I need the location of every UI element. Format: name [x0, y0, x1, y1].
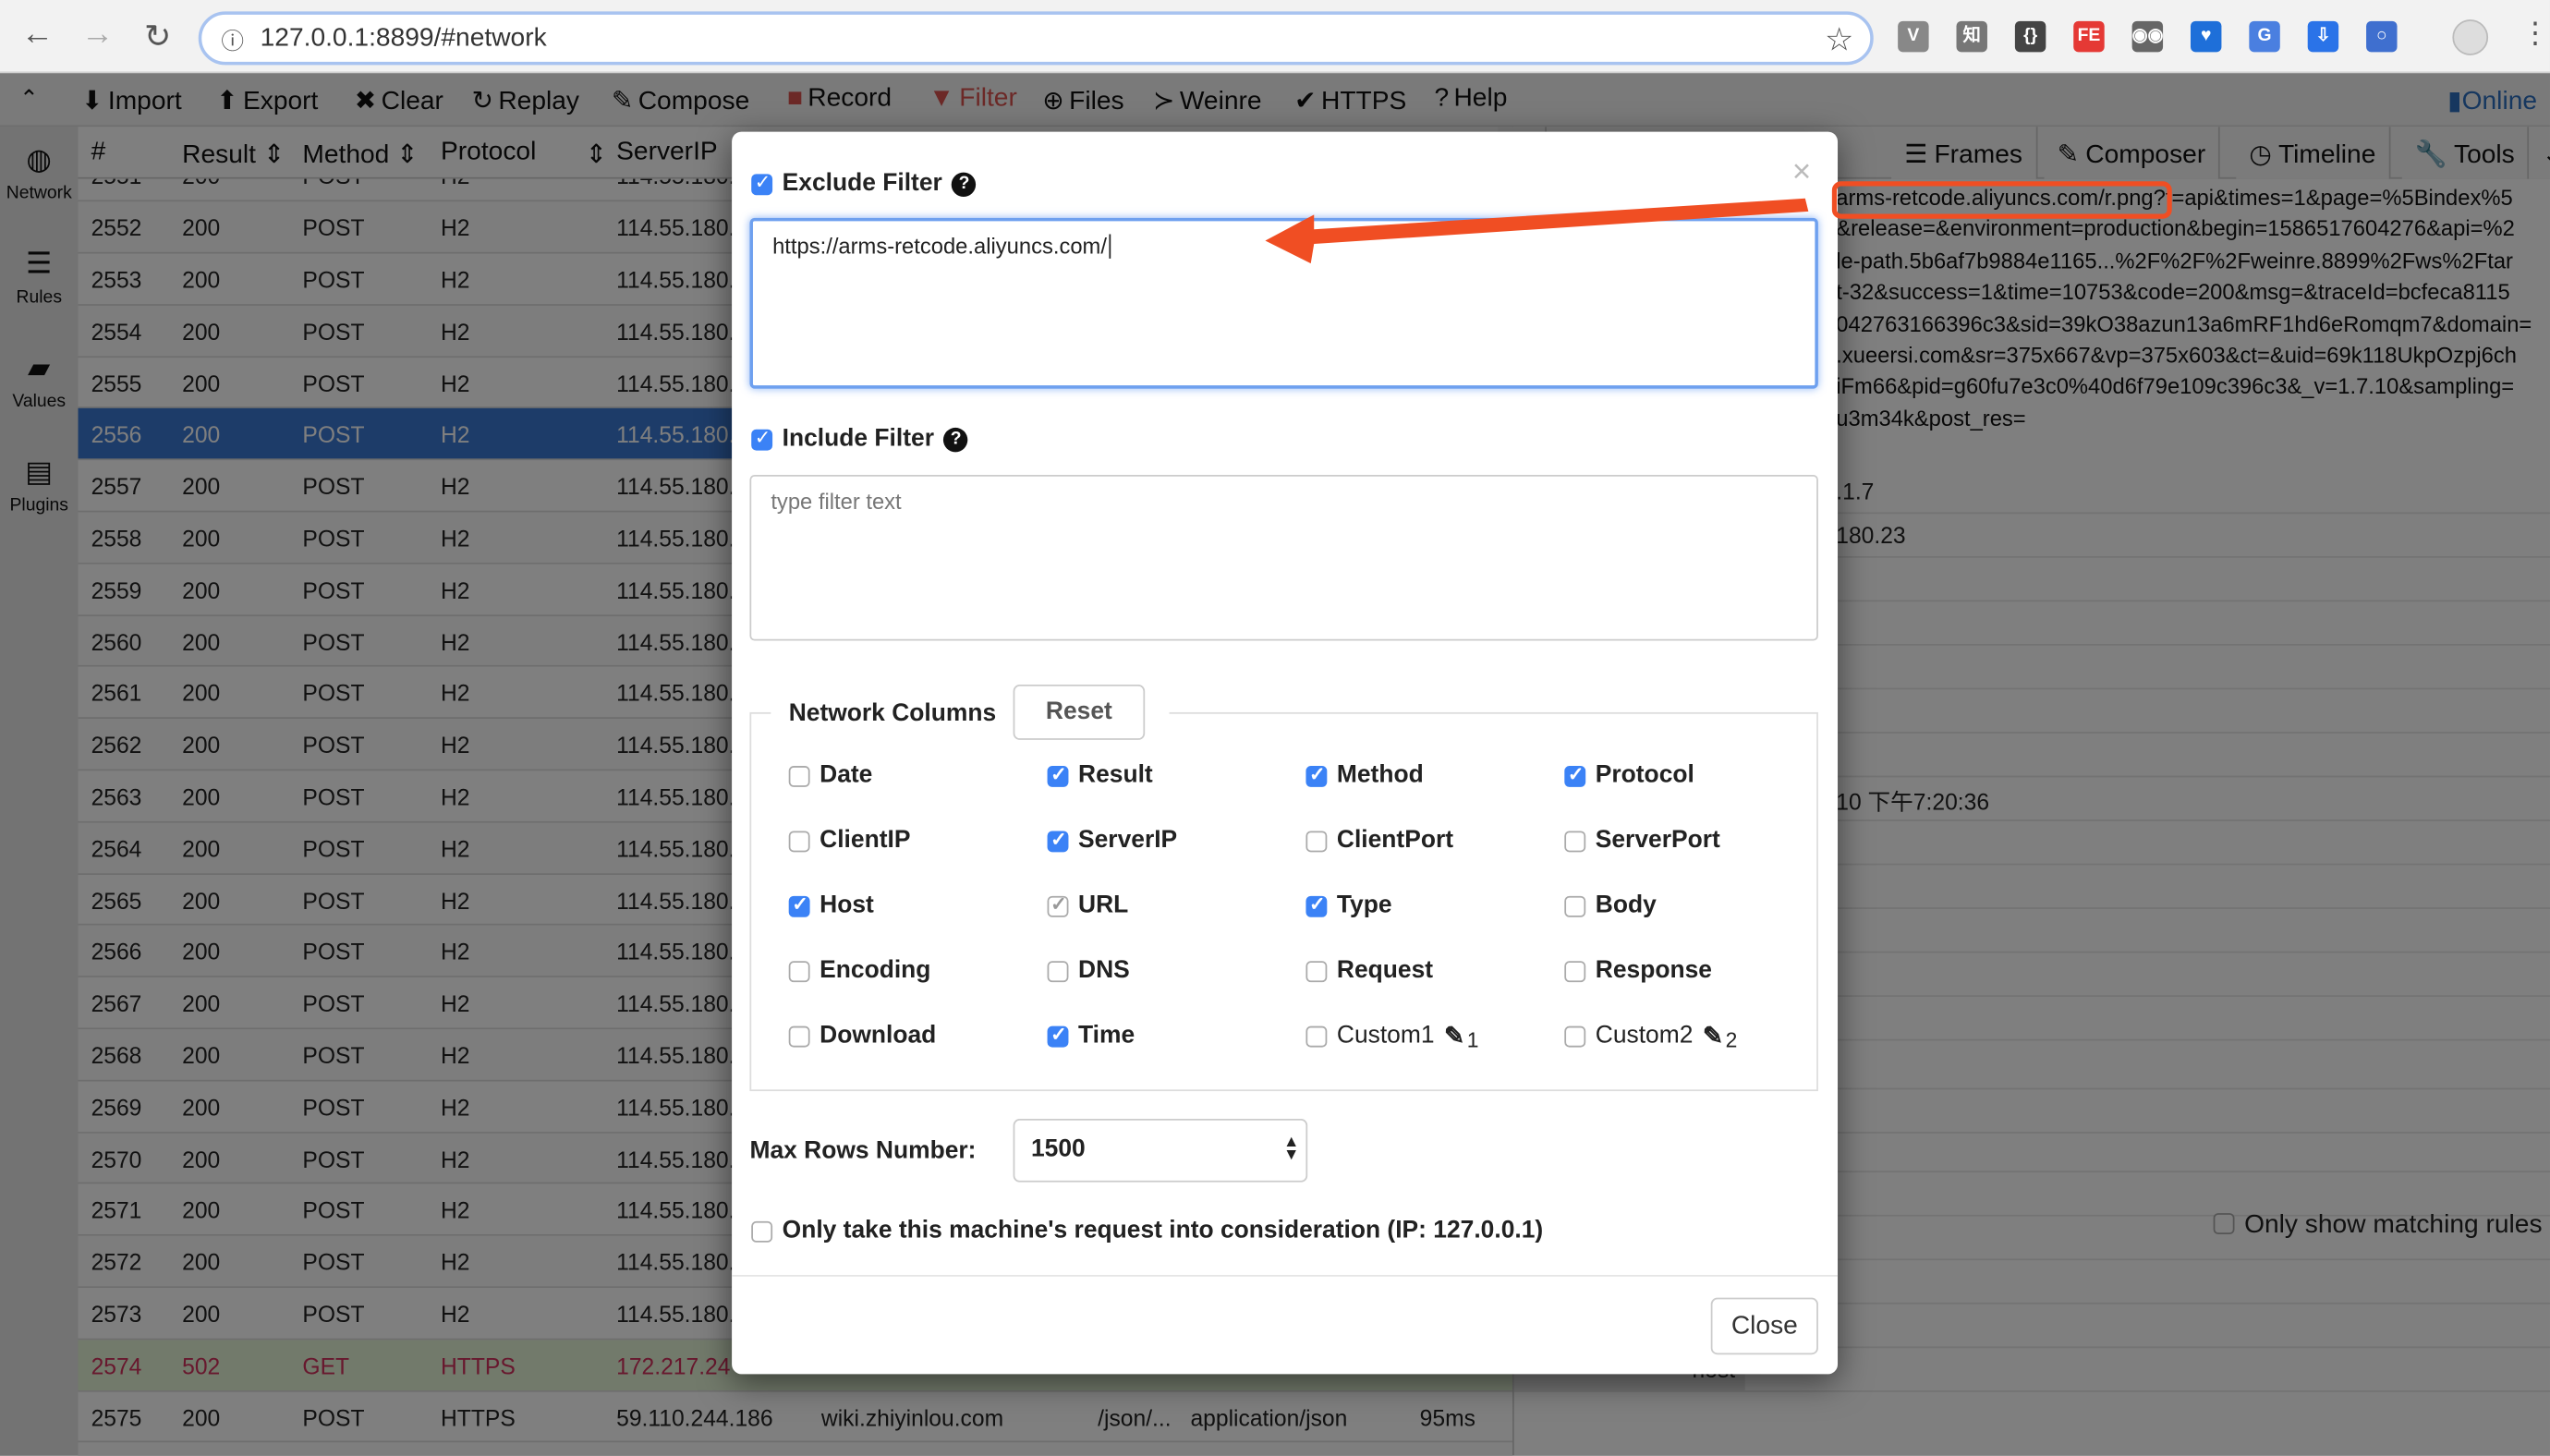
arrow-annotation: [1265, 198, 1809, 264]
annotation-layer: [1265, 181, 2172, 264]
highlight-box: [1831, 181, 2172, 219]
